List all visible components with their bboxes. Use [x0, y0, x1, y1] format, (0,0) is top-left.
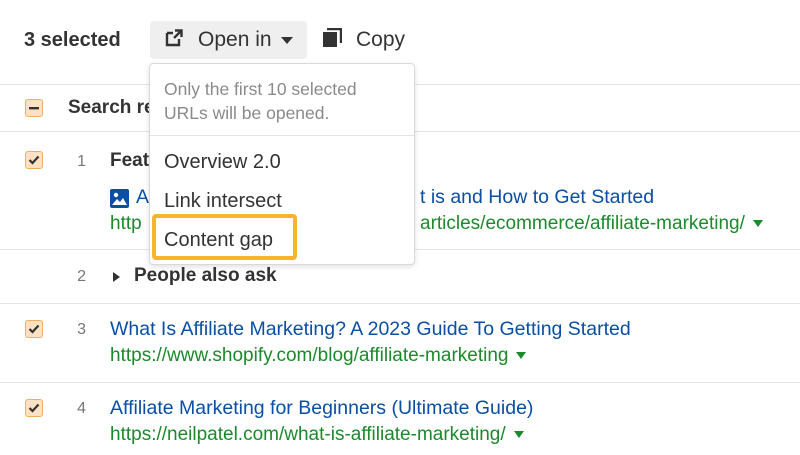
row-checkbox[interactable]	[25, 320, 43, 338]
menu-item-overview[interactable]: Overview 2.0	[164, 151, 281, 174]
check-icon	[28, 155, 40, 165]
result-title-link[interactable]: A	[136, 186, 149, 209]
menu-item-content-gap[interactable]: Content gap	[164, 229, 273, 252]
external-link-icon	[164, 28, 184, 53]
result-url-text: articles/ecommerce/affiliate-marketing/	[420, 213, 745, 234]
result-title-link[interactable]: What Is Affiliate Marketing? A 2023 Guid…	[110, 318, 631, 341]
featured-snippet-label: Feat	[110, 150, 150, 171]
divider	[0, 303, 800, 304]
result-title-link[interactable]: Affiliate Marketing for Beginners (Ultim…	[110, 397, 533, 420]
result-url-text: https://neilpatel.com/what-is-affiliate-…	[110, 424, 506, 445]
column-header-search-results: Search re	[68, 97, 155, 118]
minus-icon	[29, 107, 39, 110]
chevron-down-icon	[280, 36, 293, 44]
copy-icon	[322, 27, 343, 53]
people-also-ask-label[interactable]: People also ask	[134, 265, 277, 287]
expand-triangle-icon[interactable]	[113, 272, 120, 282]
row-number: 1	[77, 153, 86, 170]
result-url-text: https://www.shopify.com/blog/affiliate-m…	[110, 345, 509, 366]
row-number: 3	[77, 321, 86, 338]
result-url[interactable]: articles/ecommerce/affiliate-marketing/	[420, 213, 763, 235]
chevron-down-icon[interactable]	[752, 220, 763, 228]
row-number: 4	[77, 400, 86, 417]
row-number: 2	[77, 268, 86, 285]
image-icon	[110, 189, 129, 213]
result-title-link[interactable]: t is and How to Get Started	[420, 186, 654, 209]
row-checkbox[interactable]	[25, 151, 43, 169]
result-url[interactable]: http	[110, 213, 142, 235]
selected-count: 3 selected	[24, 29, 121, 51]
check-icon	[28, 324, 40, 334]
open-in-button[interactable]: Open in	[150, 21, 307, 59]
copy-button[interactable]: Copy	[322, 21, 405, 59]
result-url[interactable]: https://www.shopify.com/blog/affiliate-m…	[110, 345, 527, 367]
copy-label: Copy	[356, 28, 406, 51]
dropdown-divider	[150, 135, 414, 136]
chevron-down-icon[interactable]	[513, 431, 524, 439]
check-icon	[28, 403, 40, 413]
select-all-checkbox[interactable]	[25, 99, 43, 117]
open-in-label: Open in	[198, 28, 272, 51]
row-checkbox[interactable]	[25, 399, 43, 417]
chevron-down-icon[interactable]	[516, 352, 527, 360]
open-in-dropdown-menu: Only the first 10 selected URLs will be …	[149, 63, 415, 265]
menu-item-link-intersect[interactable]: Link intersect	[164, 190, 282, 213]
divider	[0, 382, 800, 383]
dropdown-note: Only the first 10 selected URLs will be …	[164, 79, 357, 123]
result-url[interactable]: https://neilpatel.com/what-is-affiliate-…	[110, 424, 524, 446]
